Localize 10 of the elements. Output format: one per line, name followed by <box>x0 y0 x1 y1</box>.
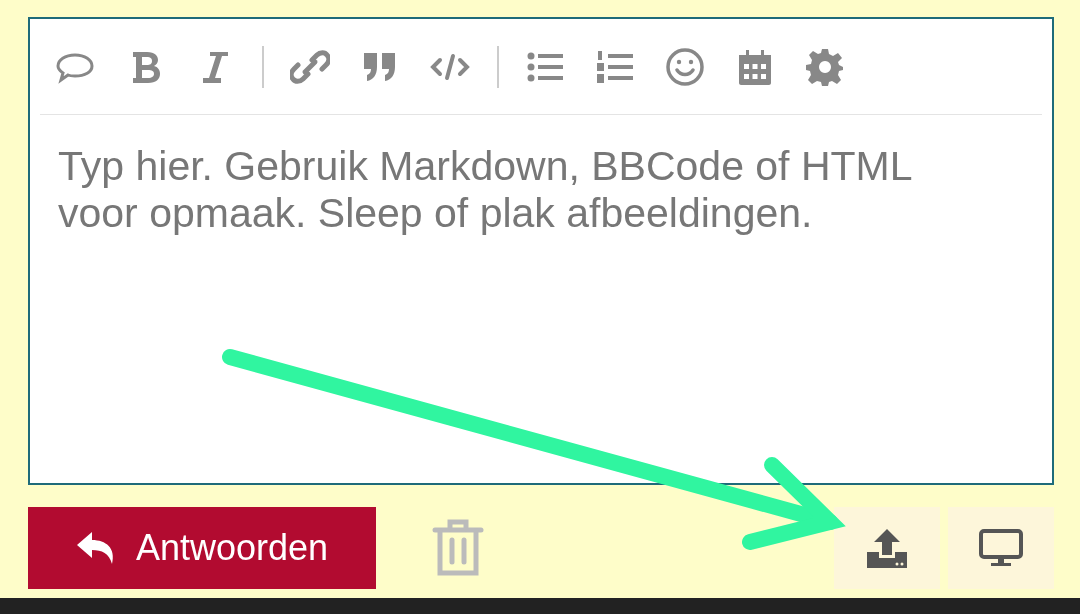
trash-button[interactable] <box>432 518 484 578</box>
reply-button[interactable]: Antwoorden <box>28 507 376 589</box>
trash-icon <box>432 518 484 578</box>
upload-button[interactable] <box>834 507 940 589</box>
smiley-icon <box>665 46 705 87</box>
preview-button[interactable] <box>948 507 1054 589</box>
monitor-icon <box>979 529 1023 567</box>
upload-icon <box>866 527 908 569</box>
settings-icon <box>805 46 845 87</box>
editor-panel[interactable]: Typ hier. Gebruik Markdown, BBCode of HTML voor opmaak. Sleep of plak afbeeldingen. <box>28 17 1054 485</box>
